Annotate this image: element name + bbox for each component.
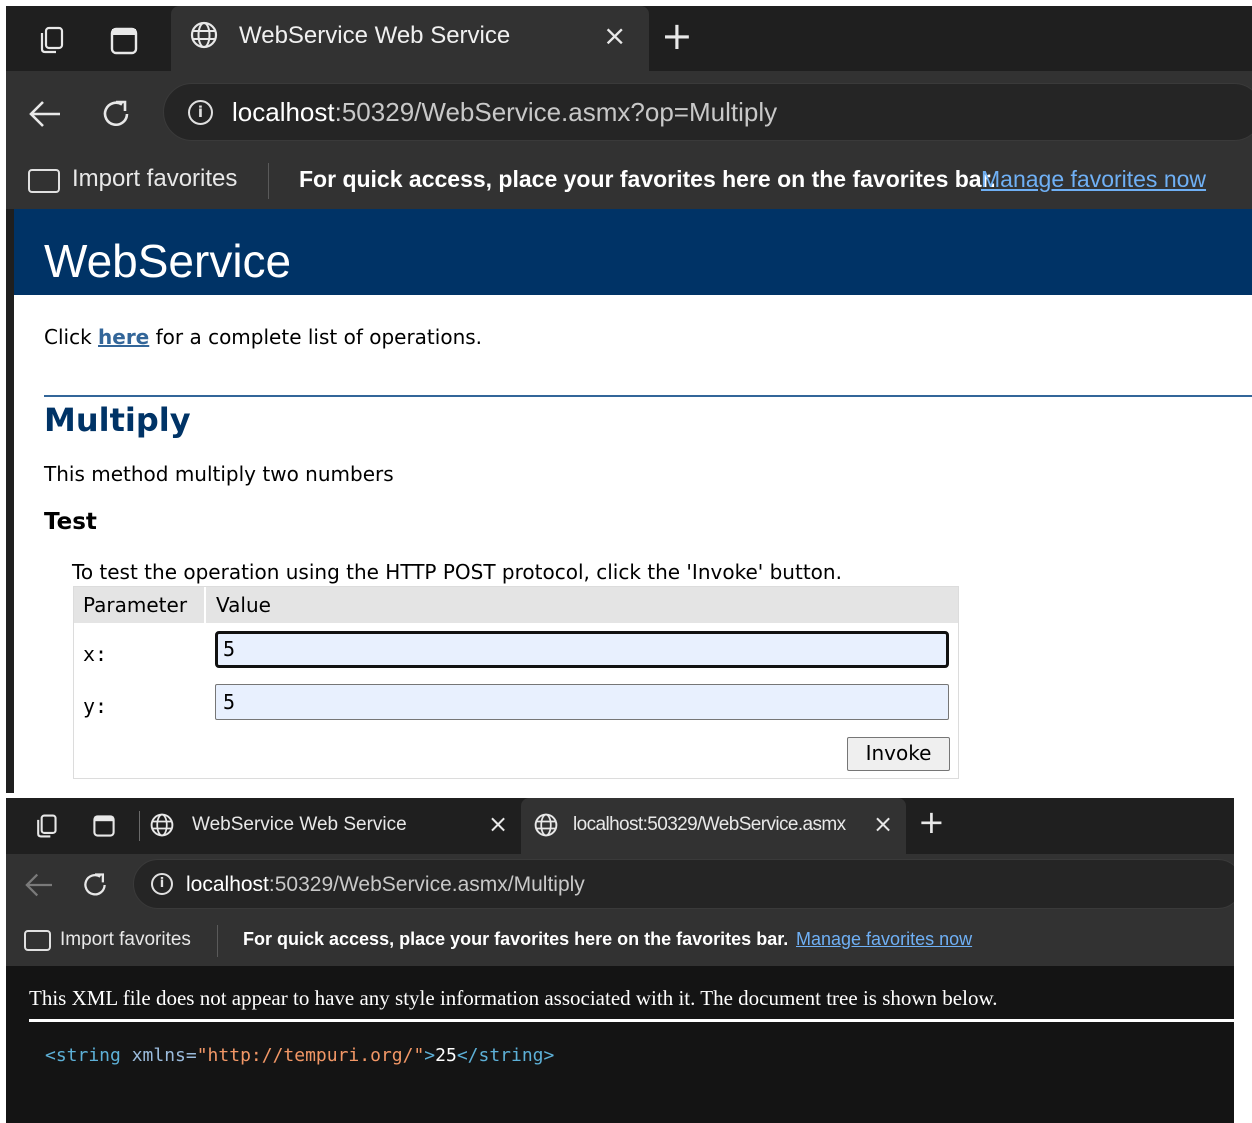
tab-close-button[interactable]: × xyxy=(488,810,508,838)
tab-actions-icon[interactable] xyxy=(92,814,116,838)
import-favorites-icon xyxy=(28,169,60,193)
tab-localhost[interactable]: localhost:50329/WebService.asmx × xyxy=(521,798,906,854)
tab-title: localhost:50329/WebService.asmx xyxy=(573,814,846,835)
xml-open-tag: <string xyxy=(45,1045,121,1066)
url-path: :50329/WebService.asmx/Multiply xyxy=(268,873,585,896)
favorites-divider xyxy=(217,925,218,957)
globe-icon xyxy=(150,813,174,837)
xml-divider xyxy=(29,1019,1234,1022)
here-link[interactable]: here xyxy=(98,325,149,349)
favorites-bar: Import favorites For quick access, place… xyxy=(6,916,1234,966)
page-content: WebService Click here for a complete lis… xyxy=(6,209,1252,793)
back-arrow-icon[interactable] xyxy=(28,99,62,129)
tab-title: WebService Web Service xyxy=(239,22,511,49)
tab-strip: WebService Web Service × + xyxy=(6,6,1252,71)
import-favorites-button[interactable]: Import favorites xyxy=(72,165,237,193)
globe-icon xyxy=(534,813,558,837)
click-suffix: for a complete list of operations. xyxy=(149,325,483,349)
tab-webservice[interactable]: WebService Web Service × xyxy=(146,798,521,854)
address-bar-row: i localhost:50329/WebService.asmx?op=Mul… xyxy=(6,71,1252,153)
xml-tree-line: <string xmlns="http://tempuri.org/">25</… xyxy=(45,1045,554,1066)
column-divider xyxy=(204,587,206,623)
param-label-x: x: xyxy=(83,642,108,666)
globe-icon xyxy=(190,21,218,49)
favorites-bar: Import favorites For quick access, place… xyxy=(6,153,1252,209)
operations-list-text: Click here for a complete list of operat… xyxy=(44,325,482,349)
click-prefix: Click xyxy=(44,325,99,349)
page-banner: WebService xyxy=(14,209,1252,295)
test-instructions: To test the operation using the HTTP POS… xyxy=(72,560,842,584)
xml-open-tag-end: > xyxy=(424,1045,436,1066)
tab-close-button[interactable]: × xyxy=(603,19,626,52)
address-bar[interactable]: i localhost:50329/WebService.asmx/Multip… xyxy=(133,859,1234,909)
parameter-table: Parameter Value x: 5 y: 5 Invoke xyxy=(73,586,959,779)
test-heading: Test xyxy=(44,509,97,535)
new-tab-button[interactable]: + xyxy=(918,803,945,841)
tab-title: WebService Web Service xyxy=(192,814,407,835)
xml-viewer: This XML file does not appear to have an… xyxy=(6,966,1234,1123)
page-title: WebService xyxy=(44,235,292,287)
tab-divider xyxy=(139,811,140,841)
favorites-message: For quick access, place your favorites h… xyxy=(243,929,789,949)
manage-favorites-link[interactable]: Manage favorites now xyxy=(981,166,1206,193)
site-info-icon[interactable]: i xyxy=(151,873,173,895)
tab-actions-icon[interactable] xyxy=(109,26,139,56)
xml-notice: This XML file does not appear to have an… xyxy=(29,986,998,1010)
column-header-value: Value xyxy=(216,593,271,617)
xml-attribute-value: "http://tempuri.org/" xyxy=(196,1045,425,1066)
manage-favorites-link[interactable]: Manage favorites now xyxy=(796,929,972,950)
address-bar-row: i localhost:50329/WebService.asmx/Multip… xyxy=(6,854,1234,916)
tab-close-button[interactable]: × xyxy=(873,810,893,838)
param-input-y[interactable]: 5 xyxy=(215,684,949,720)
import-favorites-icon xyxy=(24,930,51,951)
xml-close-tag: </string> xyxy=(456,1045,555,1066)
refresh-icon[interactable] xyxy=(100,98,132,130)
favorites-divider xyxy=(268,163,269,199)
table-header: Parameter Value xyxy=(74,587,958,623)
invoke-button[interactable]: Invoke xyxy=(847,737,950,771)
site-info-icon[interactable]: i xyxy=(188,100,213,125)
url-host: localhost xyxy=(186,873,269,896)
refresh-icon[interactable] xyxy=(81,871,109,899)
workspaces-icon[interactable] xyxy=(33,813,59,839)
param-input-x[interactable]: 5 xyxy=(215,631,949,668)
tab-webservice[interactable]: WebService Web Service × xyxy=(171,6,649,71)
back-arrow-icon[interactable] xyxy=(24,872,54,898)
new-tab-button[interactable]: + xyxy=(661,14,693,58)
xml-attribute-name: xmlns= xyxy=(120,1045,197,1066)
address-bar[interactable]: i localhost:50329/WebService.asmx?op=Mul… xyxy=(163,83,1252,141)
column-header-parameter: Parameter xyxy=(83,593,188,617)
browser-window-form: WebService Web Service × + i localhost:5… xyxy=(6,6,1252,793)
favorites-message: For quick access, place your favorites h… xyxy=(299,166,996,192)
operation-title: Multiply xyxy=(44,401,191,439)
browser-window-result: WebService Web Service × localhost:50329… xyxy=(6,798,1234,1123)
operation-description: This method multiply two numbers xyxy=(44,462,394,486)
import-favorites-button[interactable]: Import favorites xyxy=(60,929,191,951)
section-divider xyxy=(44,395,1252,397)
url-host: localhost xyxy=(232,97,335,127)
tab-strip: WebService Web Service × localhost:50329… xyxy=(6,798,1234,854)
workspaces-icon[interactable] xyxy=(36,25,66,55)
url-path: :50329/WebService.asmx?op=Multiply xyxy=(334,97,778,127)
param-label-y: y: xyxy=(83,694,108,718)
xml-result-value: 25 xyxy=(435,1045,457,1066)
